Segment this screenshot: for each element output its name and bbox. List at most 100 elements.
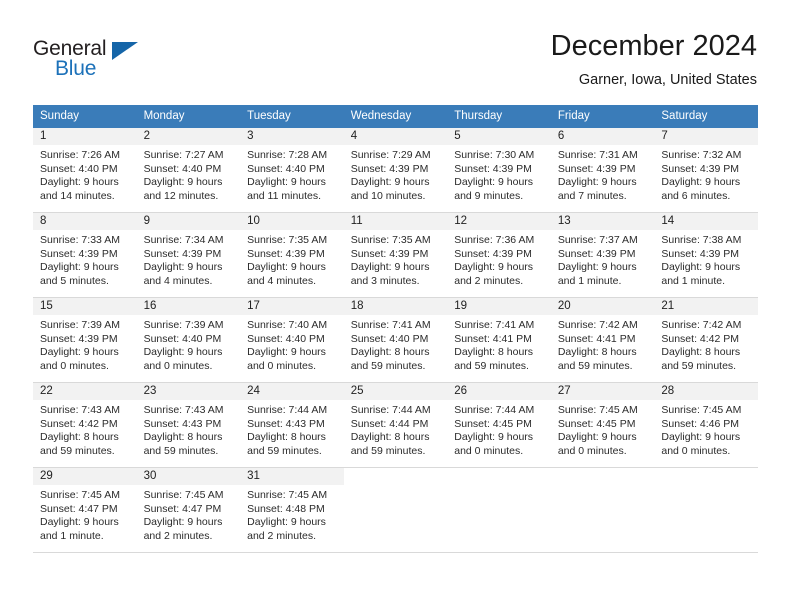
calendar-day-cell[interactable]: 26 Sunrise: 7:44 AM Sunset: 4:45 PM Dayl… <box>447 382 551 468</box>
calendar-day-cell[interactable]: 2 Sunrise: 7:27 AM Sunset: 4:40 PM Dayli… <box>136 128 241 213</box>
day-number: 4 <box>343 128 448 145</box>
calendar-day-cell[interactable]: 25 Sunrise: 7:44 AM Sunset: 4:44 PM Dayl… <box>343 382 448 468</box>
calendar-day-cell-empty <box>343 467 448 553</box>
day-number: 23 <box>136 383 241 400</box>
calendar-day-cell[interactable]: 17 Sunrise: 7:40 AM Sunset: 4:40 PM Dayl… <box>240 297 344 383</box>
day-cell-content: 25 Sunrise: 7:44 AM Sunset: 4:44 PM Dayl… <box>343 383 448 467</box>
day-info: Sunrise: 7:36 AM Sunset: 4:39 PM Dayligh… <box>447 230 551 288</box>
calendar-day-cell[interactable]: 4 Sunrise: 7:29 AM Sunset: 4:39 PM Dayli… <box>343 128 448 213</box>
calendar-day-cell[interactable]: 5 Sunrise: 7:30 AM Sunset: 4:39 PM Dayli… <box>447 128 551 213</box>
calendar-day-cell[interactable]: 18 Sunrise: 7:41 AM Sunset: 4:40 PM Dayl… <box>343 297 448 383</box>
calendar-day-cell[interactable]: 9 Sunrise: 7:34 AM Sunset: 4:39 PM Dayli… <box>136 212 241 298</box>
calendar-day-cell[interactable]: 12 Sunrise: 7:36 AM Sunset: 4:39 PM Dayl… <box>447 212 551 298</box>
sunset-text: Sunset: 4:43 PM <box>143 417 222 430</box>
calendar-day-cell[interactable]: 28 Sunrise: 7:45 AM Sunset: 4:46 PM Dayl… <box>654 382 758 468</box>
day-number: 8 <box>33 213 137 230</box>
calendar-day-cell[interactable]: 8 Sunrise: 7:33 AM Sunset: 4:39 PM Dayli… <box>33 212 137 298</box>
calendar-day-cell-empty <box>654 467 758 553</box>
day-number: 6 <box>550 128 655 145</box>
calendar-day-cell[interactable]: 29 Sunrise: 7:45 AM Sunset: 4:47 PM Dayl… <box>33 467 137 553</box>
sunrise-text: Sunrise: 7:45 AM <box>247 489 328 501</box>
calendar-day-cell[interactable]: 13 Sunrise: 7:37 AM Sunset: 4:39 PM Dayl… <box>550 212 655 298</box>
daylight-text-line1: Daylight: 8 hours <box>143 431 223 443</box>
calendar-day-cell[interactable]: 24 Sunrise: 7:44 AM Sunset: 4:43 PM Dayl… <box>240 382 344 468</box>
calendar-day-cell[interactable]: 16 Sunrise: 7:39 AM Sunset: 4:40 PM Dayl… <box>136 297 241 383</box>
calendar-day-cell[interactable]: 14 Sunrise: 7:38 AM Sunset: 4:39 PM Dayl… <box>654 212 758 298</box>
calendar-day-cell[interactable]: 22 Sunrise: 7:43 AM Sunset: 4:42 PM Dayl… <box>33 382 137 468</box>
calendar-day-cell[interactable]: 19 Sunrise: 7:41 AM Sunset: 4:41 PM Dayl… <box>447 297 551 383</box>
day-info: Sunrise: 7:30 AM Sunset: 4:39 PM Dayligh… <box>447 145 551 203</box>
day-cell-content: 15 Sunrise: 7:39 AM Sunset: 4:39 PM Dayl… <box>33 298 137 382</box>
sunset-text: Sunset: 4:40 PM <box>143 162 222 175</box>
calendar-day-cell[interactable]: 15 Sunrise: 7:39 AM Sunset: 4:39 PM Dayl… <box>33 297 137 383</box>
day-number: 26 <box>447 383 551 400</box>
calendar-day-cell[interactable]: 30 Sunrise: 7:45 AM Sunset: 4:47 PM Dayl… <box>136 467 241 553</box>
daylight-text-line2: and 59 minutes. <box>143 444 219 457</box>
sunrise-text: Sunrise: 7:42 AM <box>557 319 638 331</box>
daylight-text-line2: and 0 minutes. <box>247 359 317 372</box>
weekday-header-tuesday: Tuesday <box>240 105 344 128</box>
daylight-text-line2: and 11 minutes. <box>247 189 322 202</box>
sunset-text: Sunset: 4:48 PM <box>247 502 325 515</box>
sunset-text: Sunset: 4:39 PM <box>350 162 429 175</box>
day-info: Sunrise: 7:28 AM Sunset: 4:40 PM Dayligh… <box>240 145 344 203</box>
daylight-text-line1: Daylight: 9 hours <box>143 516 223 528</box>
day-cell-content: 24 Sunrise: 7:44 AM Sunset: 4:43 PM Dayl… <box>240 383 344 467</box>
daylight-text-line2: and 10 minutes. <box>350 189 426 202</box>
sunrise-text: Sunrise: 7:39 AM <box>143 319 224 331</box>
calendar-day-cell[interactable]: 11 Sunrise: 7:35 AM Sunset: 4:39 PM Dayl… <box>343 212 448 298</box>
sunrise-text: Sunrise: 7:44 AM <box>350 404 431 416</box>
day-number: 27 <box>550 383 655 400</box>
daylight-text-line1: Daylight: 8 hours <box>350 431 430 443</box>
day-number: 21 <box>654 298 758 315</box>
day-info: Sunrise: 7:35 AM Sunset: 4:39 PM Dayligh… <box>240 230 344 288</box>
calendar-day-cell[interactable]: 27 Sunrise: 7:45 AM Sunset: 4:45 PM Dayl… <box>550 382 655 468</box>
daylight-text-line2: and 59 minutes. <box>661 359 737 372</box>
calendar-day-cell[interactable]: 23 Sunrise: 7:43 AM Sunset: 4:43 PM Dayl… <box>136 382 241 468</box>
day-info: Sunrise: 7:37 AM Sunset: 4:39 PM Dayligh… <box>551 230 655 288</box>
calendar-day-cell[interactable]: 20 Sunrise: 7:42 AM Sunset: 4:41 PM Dayl… <box>550 297 655 383</box>
sunset-text: Sunset: 4:39 PM <box>454 162 532 175</box>
calendar-day-cell-empty <box>550 467 655 553</box>
calendar-day-cell[interactable]: 7 Sunrise: 7:32 AM Sunset: 4:39 PM Dayli… <box>654 128 758 213</box>
calendar-day-cell[interactable]: 1 Sunrise: 7:26 AM Sunset: 4:40 PM Dayli… <box>33 128 137 213</box>
sunrise-text: Sunrise: 7:32 AM <box>661 149 742 161</box>
day-number <box>654 468 758 485</box>
daylight-text-line2: and 59 minutes. <box>557 359 633 372</box>
weekday-header-wednesday: Wednesday <box>343 105 448 128</box>
sunset-text: Sunset: 4:39 PM <box>350 247 429 260</box>
sunset-text: Sunset: 4:39 PM <box>557 162 636 175</box>
calendar-day-cell[interactable]: 10 Sunrise: 7:35 AM Sunset: 4:39 PM Dayl… <box>240 212 344 298</box>
daylight-text-line1: Daylight: 9 hours <box>143 346 223 358</box>
calendar-day-cell[interactable]: 31 Sunrise: 7:45 AM Sunset: 4:48 PM Dayl… <box>240 467 344 553</box>
day-cell-content: 9 Sunrise: 7:34 AM Sunset: 4:39 PM Dayli… <box>136 213 241 297</box>
day-cell-content: 16 Sunrise: 7:39 AM Sunset: 4:40 PM Dayl… <box>136 298 241 382</box>
calendar-week-row: 15 Sunrise: 7:39 AM Sunset: 4:39 PM Dayl… <box>33 297 758 383</box>
day-number: 25 <box>343 383 448 400</box>
calendar-day-cell[interactable]: 6 Sunrise: 7:31 AM Sunset: 4:39 PM Dayli… <box>550 128 655 213</box>
daylight-text-line2: and 5 minutes. <box>40 274 109 287</box>
sunset-text: Sunset: 4:45 PM <box>454 417 532 430</box>
calendar-day-cell[interactable]: 3 Sunrise: 7:28 AM Sunset: 4:40 PM Dayli… <box>240 128 344 213</box>
sunrise-text: Sunrise: 7:38 AM <box>661 234 742 246</box>
page-header: General Blue December 2024 Garner, Iowa,… <box>0 0 792 100</box>
daylight-text-line2: and 59 minutes. <box>454 359 529 372</box>
day-number: 3 <box>240 128 344 145</box>
day-number: 9 <box>136 213 241 230</box>
day-number: 2 <box>136 128 241 145</box>
sunrise-text: Sunrise: 7:45 AM <box>143 489 224 501</box>
daylight-text-line2: and 4 minutes. <box>247 274 317 287</box>
daylight-text-line2: and 9 minutes. <box>454 189 524 202</box>
day-cell-content: 11 Sunrise: 7:35 AM Sunset: 4:39 PM Dayl… <box>343 213 448 297</box>
day-cell-content: 2 Sunrise: 7:27 AM Sunset: 4:40 PM Dayli… <box>136 128 241 212</box>
daylight-text-line2: and 12 minutes. <box>143 189 219 202</box>
day-cell-content: 4 Sunrise: 7:29 AM Sunset: 4:39 PM Dayli… <box>343 128 448 212</box>
day-info: Sunrise: 7:39 AM Sunset: 4:39 PM Dayligh… <box>33 315 137 373</box>
general-blue-logo[interactable]: General Blue <box>33 38 163 86</box>
day-number: 14 <box>654 213 758 230</box>
calendar-day-cell[interactable]: 21 Sunrise: 7:42 AM Sunset: 4:42 PM Dayl… <box>654 297 758 383</box>
calendar-week-row: 29 Sunrise: 7:45 AM Sunset: 4:47 PM Dayl… <box>33 467 758 553</box>
day-number: 1 <box>33 128 137 145</box>
day-cell-content: 30 Sunrise: 7:45 AM Sunset: 4:47 PM Dayl… <box>136 468 241 552</box>
day-cell-content: 19 Sunrise: 7:41 AM Sunset: 4:41 PM Dayl… <box>447 298 551 382</box>
